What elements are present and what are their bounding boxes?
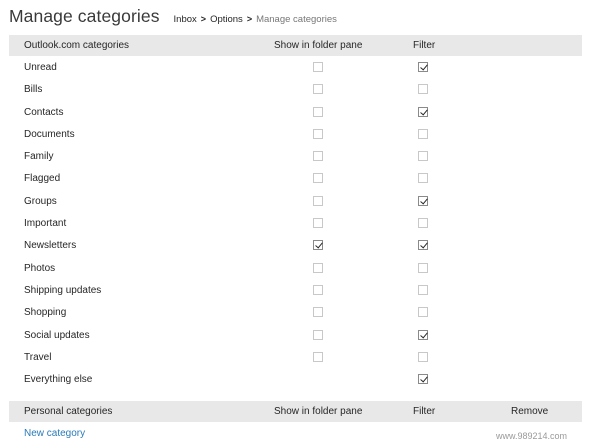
category-label: Travel: [24, 351, 52, 363]
category-label: Documents: [24, 128, 75, 140]
category-row: Flagged: [9, 168, 582, 190]
filter-checkbox[interactable]: [418, 106, 428, 117]
category-row: Social updates: [9, 325, 582, 347]
category-row: Photos: [9, 258, 582, 280]
show-in-folder-pane-checkbox[interactable]: [313, 262, 323, 273]
category-label: Newsletters: [24, 240, 77, 252]
breadcrumb: Inbox > Options > Manage categories: [174, 14, 337, 25]
category-label: Flagged: [24, 173, 61, 185]
outlook-categories-list: Unread Bills Contacts Documents Family Flagge…: [9, 57, 582, 391]
filter-checkbox[interactable]: [418, 173, 428, 184]
filter-checkbox[interactable]: [418, 374, 428, 385]
page-header: Manage categories Inbox > Options > Mana…: [9, 6, 337, 30]
category-label: Social updates: [24, 329, 90, 341]
show-in-folder-pane-checkbox[interactable]: [313, 84, 323, 95]
column-header-filter: Filter: [413, 406, 436, 417]
filter-checkbox[interactable]: [418, 329, 428, 340]
category-label: Everything else: [24, 374, 93, 386]
category-row: Bills: [9, 79, 582, 101]
filter-checkbox[interactable]: [418, 128, 428, 139]
show-in-folder-pane-checkbox[interactable]: [313, 284, 323, 295]
show-in-folder-pane-checkbox[interactable]: [313, 106, 323, 117]
category-row: Documents: [9, 124, 582, 146]
category-label: Shopping: [24, 307, 67, 319]
filter-checkbox[interactable]: [418, 62, 428, 72]
category-label: Important: [24, 218, 67, 230]
category-row: Family: [9, 146, 582, 168]
category-row: Everything else: [9, 369, 582, 391]
breadcrumb-separator: >: [246, 14, 253, 24]
show-in-folder-pane-checkbox[interactable]: [313, 151, 323, 162]
show-in-folder-pane-checkbox[interactable]: [313, 195, 323, 206]
page-title: Manage categories: [9, 6, 160, 26]
category-label: Groups: [24, 195, 57, 207]
category-label: Shipping updates: [24, 284, 102, 296]
category-label: Contacts: [24, 106, 64, 118]
show-in-folder-pane-checkbox[interactable]: [313, 218, 323, 229]
show-in-folder-pane-checkbox[interactable]: [313, 128, 323, 139]
category-row: Shopping: [9, 302, 582, 324]
show-in-folder-pane-checkbox[interactable]: [313, 329, 323, 340]
breadcrumb-options[interactable]: Options: [210, 14, 243, 25]
column-header-show-in-folder-pane: Show in folder pane: [274, 40, 363, 51]
category-row: Travel: [9, 347, 582, 369]
category-row: Important: [9, 213, 582, 235]
show-in-folder-pane-checkbox[interactable]: [313, 240, 323, 251]
category-row: Contacts: [9, 102, 582, 124]
filter-checkbox[interactable]: [418, 262, 428, 273]
personal-categories-header: Personal categories Show in folder pane …: [9, 401, 582, 422]
category-row: Shipping updates: [9, 280, 582, 302]
outlook-categories-header: Outlook.com categories Show in folder pa…: [9, 35, 582, 56]
category-row: Unread: [9, 57, 582, 79]
filter-checkbox[interactable]: [418, 151, 428, 162]
filter-checkbox[interactable]: [418, 195, 428, 206]
watermark: www.989214.com: [496, 431, 568, 441]
filter-checkbox[interactable]: [418, 218, 428, 229]
show-in-folder-pane-checkbox[interactable]: [313, 307, 323, 318]
column-header-personal-categories: Personal categories: [24, 406, 113, 417]
column-header-show-in-folder-pane: Show in folder pane: [274, 406, 363, 417]
category-label: Unread: [24, 62, 57, 73]
column-header-outlook-categories: Outlook.com categories: [24, 40, 130, 51]
category-label: Bills: [24, 84, 43, 96]
new-category-link[interactable]: New category: [24, 428, 85, 439]
column-header-filter: Filter: [413, 40, 436, 51]
category-label: Photos: [24, 262, 56, 274]
filter-checkbox[interactable]: [418, 284, 428, 295]
breadcrumb-current: Manage categories: [256, 14, 337, 25]
category-label: Family: [24, 151, 54, 163]
filter-checkbox[interactable]: [418, 84, 428, 95]
breadcrumb-separator: >: [200, 14, 207, 24]
column-header-remove: Remove: [511, 406, 549, 417]
filter-checkbox[interactable]: [418, 240, 428, 251]
filter-checkbox[interactable]: [418, 351, 428, 362]
filter-checkbox[interactable]: [418, 307, 428, 318]
category-row: Newsletters: [9, 235, 582, 257]
breadcrumb-inbox[interactable]: Inbox: [174, 14, 197, 25]
category-row: Groups: [9, 191, 582, 213]
show-in-folder-pane-checkbox[interactable]: [313, 62, 323, 72]
show-in-folder-pane-checkbox[interactable]: [313, 351, 323, 362]
show-in-folder-pane-checkbox[interactable]: [313, 173, 323, 184]
